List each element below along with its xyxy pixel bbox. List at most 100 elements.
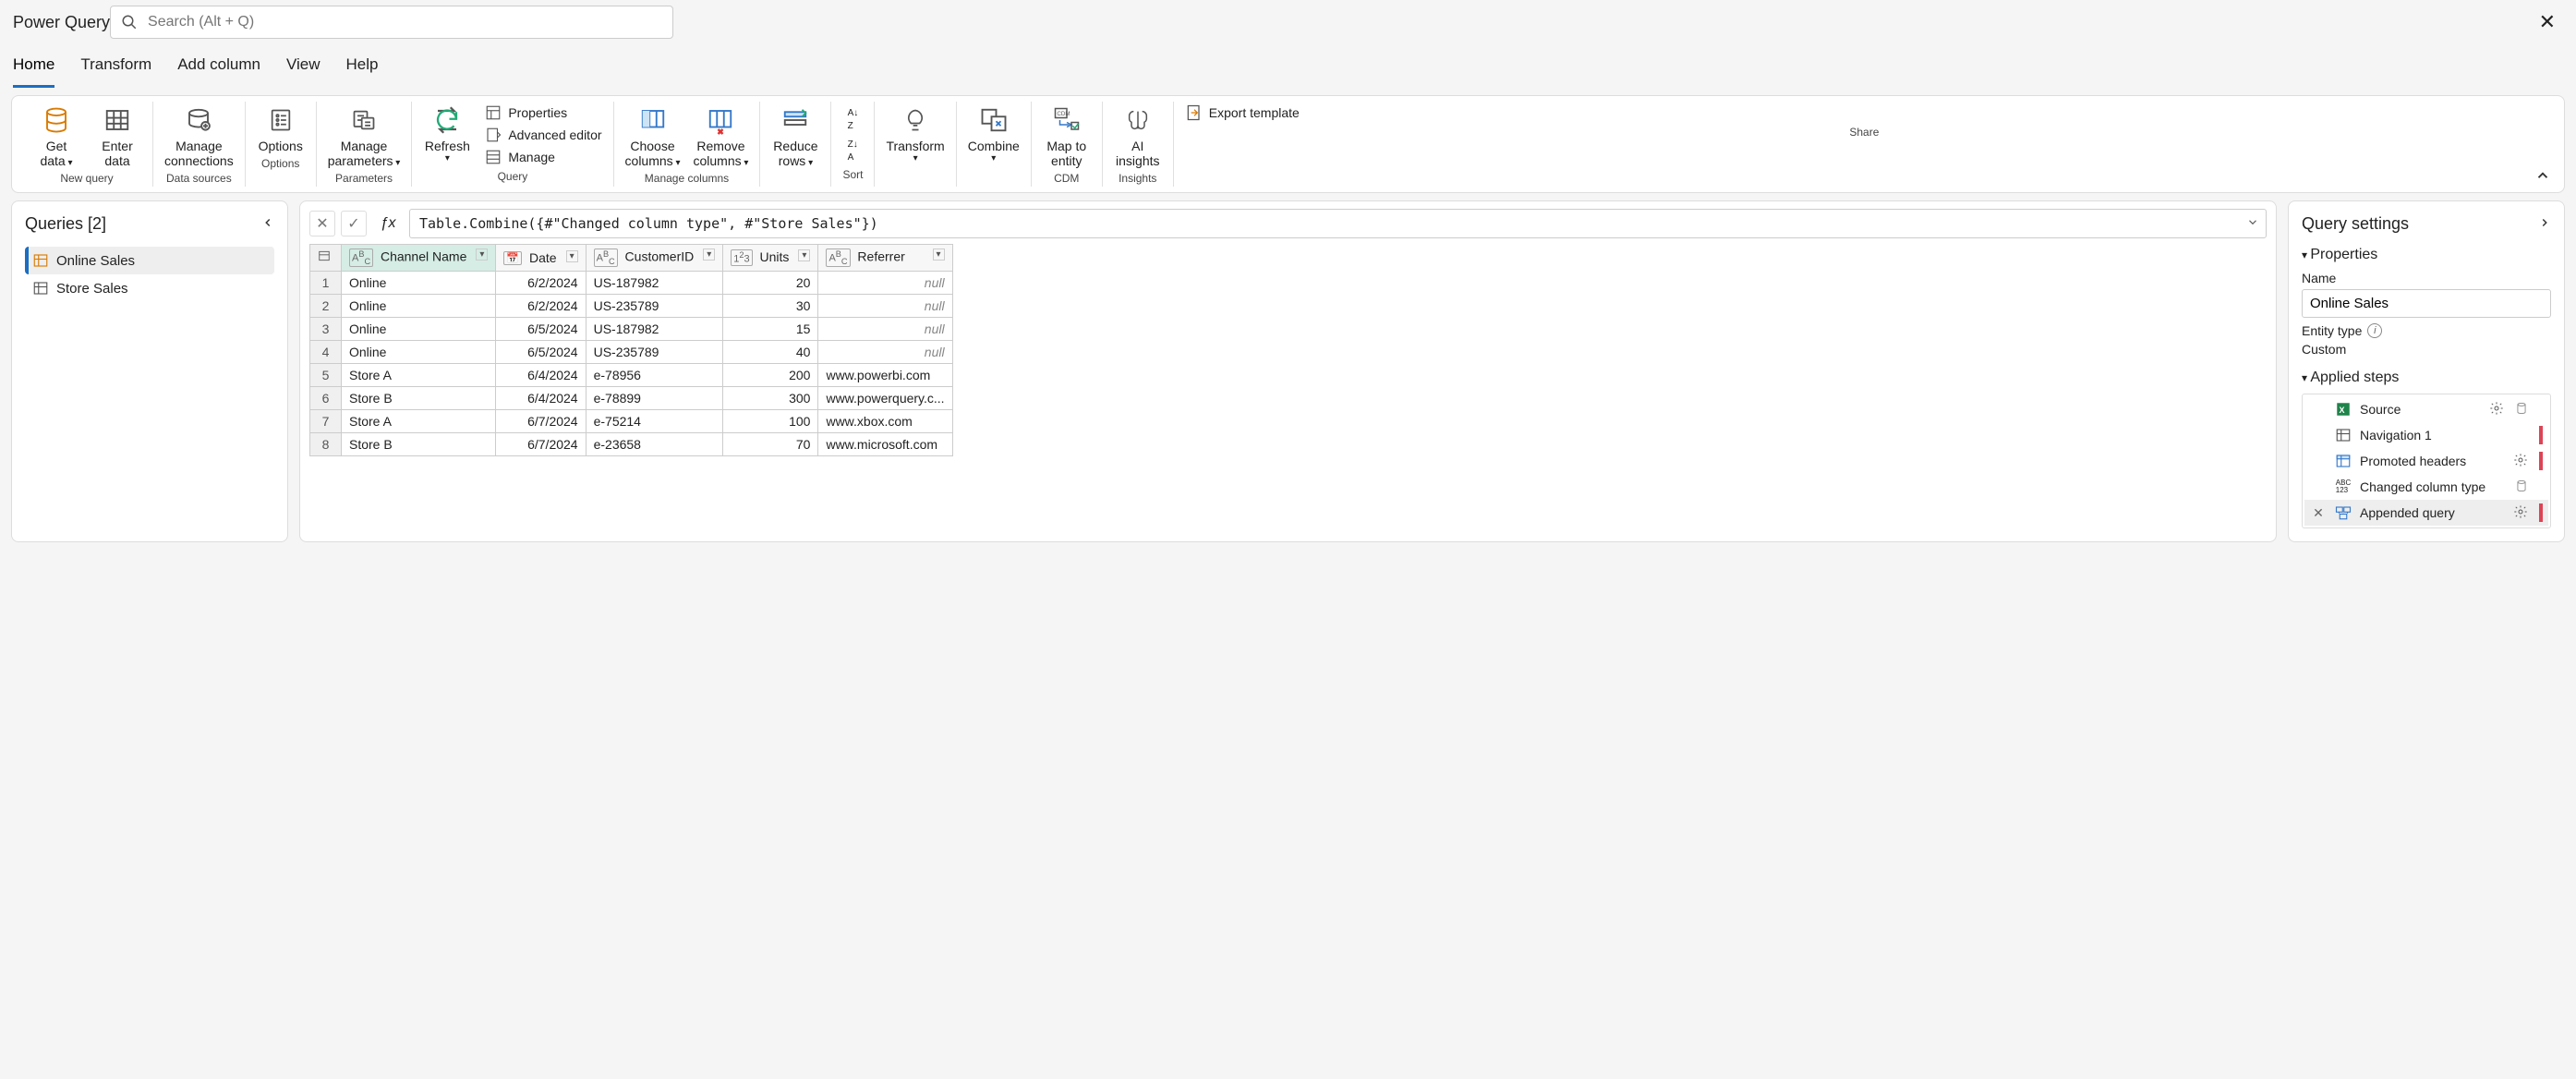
cell[interactable]: null (818, 294, 952, 317)
cell[interactable]: Store A (342, 363, 496, 386)
manage-parameters-button[interactable]: Manageparameters (328, 103, 401, 168)
choose-columns-button[interactable]: Choosecolumns (625, 103, 681, 168)
cell[interactable]: 300 (723, 386, 818, 409)
table-row[interactable]: 5Store A6/4/2024e-78956200www.powerbi.co… (310, 363, 953, 386)
cell[interactable]: Online (342, 271, 496, 294)
column-filter-button[interactable]: ▾ (798, 249, 810, 261)
table-row[interactable]: 1Online6/2/2024US-18798220null (310, 271, 953, 294)
query-item[interactable]: Online Sales (25, 247, 274, 274)
sort-asc-button[interactable]: A↓Z (846, 103, 861, 133)
column-header[interactable]: ABC Referrer▾ (818, 245, 952, 272)
ai-insights-button[interactable]: AIinsights (1114, 103, 1162, 168)
search-input[interactable] (110, 6, 673, 39)
cell[interactable]: 30 (723, 294, 818, 317)
tab-view[interactable]: View (286, 52, 320, 88)
cell[interactable]: e-78899 (586, 386, 723, 409)
properties-section-header[interactable]: Properties (2302, 247, 2551, 263)
query-item[interactable]: Store Sales (25, 274, 274, 302)
applied-step[interactable]: Promoted headers (2304, 448, 2548, 474)
cell[interactable]: 100 (723, 409, 818, 432)
delete-step-button[interactable]: ✕ (2310, 505, 2327, 521)
cell[interactable]: 6/7/2024 (496, 409, 586, 432)
cell[interactable]: Online (342, 317, 496, 340)
cell[interactable]: null (818, 317, 952, 340)
cell[interactable]: US-235789 (586, 340, 723, 363)
options-button[interactable]: Options (257, 103, 305, 153)
expand-settings-button[interactable] (2538, 214, 2551, 234)
cell[interactable]: 20 (723, 271, 818, 294)
cell[interactable]: null (818, 340, 952, 363)
cell[interactable]: 6/7/2024 (496, 432, 586, 455)
cell[interactable]: e-75214 (586, 409, 723, 432)
row-number[interactable]: 8 (310, 432, 342, 455)
table-row[interactable]: 6Store B6/4/2024e-78899300www.powerquery… (310, 386, 953, 409)
get-data-button[interactable]: Getdata (32, 103, 80, 168)
row-number[interactable]: 3 (310, 317, 342, 340)
advanced-editor-button[interactable]: Advanced editor (484, 126, 601, 144)
cell[interactable]: e-23658 (586, 432, 723, 455)
applied-step[interactable]: ABC123Changed column type (2304, 474, 2548, 500)
cell[interactable]: 200 (723, 363, 818, 386)
tab-home[interactable]: Home (13, 52, 54, 88)
gear-icon[interactable] (2513, 453, 2528, 470)
export-template-button[interactable]: Export template (1185, 103, 1300, 122)
properties-button[interactable]: Properties (484, 103, 567, 122)
sort-desc-button[interactable]: Z↓A (846, 135, 861, 164)
tab-help[interactable]: Help (346, 52, 379, 88)
cell[interactable]: www.microsoft.com (818, 432, 952, 455)
formula-commit-button[interactable]: ✓ (341, 211, 367, 236)
data-grid[interactable]: ABC Channel Name▾📅 Date▾ABC CustomerID▾1… (309, 244, 953, 456)
formula-expand-button[interactable] (2246, 216, 2259, 232)
collapse-queries-button[interactable] (261, 214, 274, 234)
cell[interactable]: 6/2/2024 (496, 271, 586, 294)
cell[interactable]: Online (342, 294, 496, 317)
manage-connections-button[interactable]: Manageconnections (164, 103, 234, 168)
cell[interactable]: 6/5/2024 (496, 340, 586, 363)
row-number[interactable]: 1 (310, 271, 342, 294)
refresh-button[interactable]: Refresh▾ (423, 103, 471, 164)
row-number[interactable]: 2 (310, 294, 342, 317)
transform-button[interactable]: Transform▾ (886, 103, 944, 164)
table-row[interactable]: 7Store A6/7/2024e-75214100www.xbox.com (310, 409, 953, 432)
reduce-rows-button[interactable]: Reducerows (771, 103, 819, 168)
column-type-icon[interactable]: 📅 (503, 251, 522, 265)
table-row[interactable]: 4Online6/5/2024US-23578940null (310, 340, 953, 363)
info-icon[interactable]: i (2367, 323, 2382, 338)
combine-button[interactable]: Combine▾ (968, 103, 1020, 164)
column-filter-button[interactable]: ▾ (566, 250, 578, 262)
cell[interactable]: null (818, 271, 952, 294)
column-header[interactable]: ABC Channel Name▾ (342, 245, 496, 272)
column-filter-button[interactable]: ▾ (933, 249, 945, 261)
manage-button[interactable]: Manage (484, 148, 555, 166)
cell[interactable]: 6/2/2024 (496, 294, 586, 317)
gear-icon[interactable] (2489, 401, 2504, 418)
column-type-icon[interactable]: 123 (731, 249, 752, 266)
column-header[interactable]: 123 Units▾ (723, 245, 818, 272)
query-name-input[interactable] (2302, 289, 2551, 318)
column-type-icon[interactable]: ABC (594, 249, 618, 267)
cell[interactable]: 6/4/2024 (496, 363, 586, 386)
row-number[interactable]: 7 (310, 409, 342, 432)
cell[interactable]: US-235789 (586, 294, 723, 317)
table-row[interactable]: 3Online6/5/2024US-18798215null (310, 317, 953, 340)
cell[interactable]: 6/4/2024 (496, 386, 586, 409)
applied-step[interactable]: XSource (2304, 396, 2548, 422)
row-number[interactable]: 6 (310, 386, 342, 409)
cell[interactable]: US-187982 (586, 271, 723, 294)
remove-columns-button[interactable]: Removecolumns (693, 103, 748, 168)
cell[interactable]: www.powerquery.c... (818, 386, 952, 409)
formula-cancel-button[interactable]: ✕ (309, 211, 335, 236)
cell[interactable]: 6/5/2024 (496, 317, 586, 340)
column-type-icon[interactable]: ABC (349, 249, 373, 267)
applied-steps-header[interactable]: Applied steps (2302, 370, 2551, 386)
cell[interactable]: Store A (342, 409, 496, 432)
cell[interactable]: www.powerbi.com (818, 363, 952, 386)
column-filter-button[interactable]: ▾ (703, 249, 715, 261)
column-header[interactable]: ABC CustomerID▾ (586, 245, 723, 272)
table-row[interactable]: 2Online6/2/2024US-23578930null (310, 294, 953, 317)
cell[interactable]: 70 (723, 432, 818, 455)
tab-transform[interactable]: Transform (80, 52, 151, 88)
cell[interactable]: 15 (723, 317, 818, 340)
row-number[interactable]: 4 (310, 340, 342, 363)
formula-input[interactable]: Table.Combine({#"Changed column type", #… (409, 209, 2267, 238)
